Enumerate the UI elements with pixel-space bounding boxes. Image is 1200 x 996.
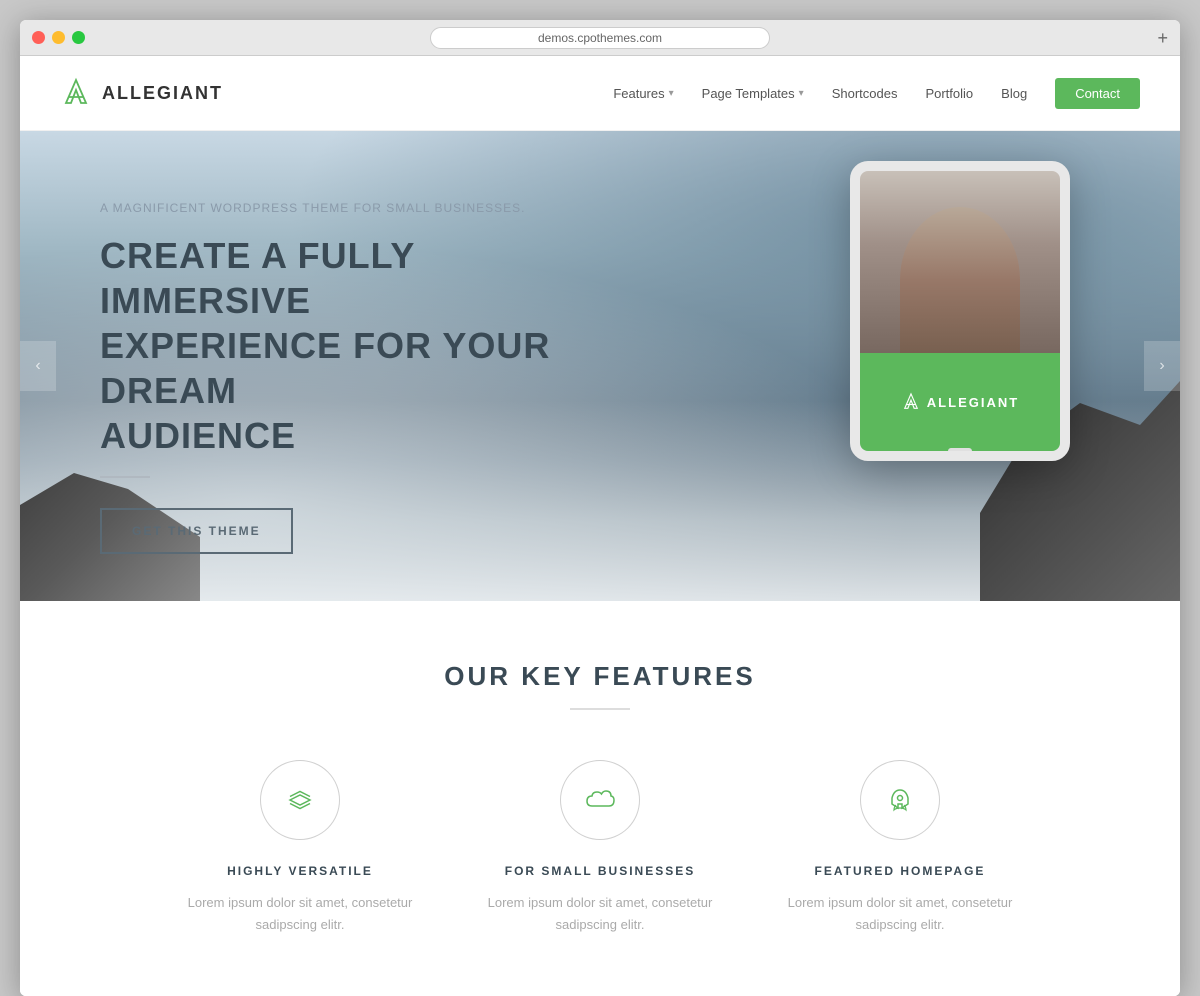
url-text: demos.cpothemes.com — [538, 31, 662, 45]
nav-features[interactable]: Features ▾ — [613, 86, 673, 101]
carousel-prev-button[interactable]: ‹ — [20, 341, 56, 391]
chevron-down-icon: ▾ — [799, 88, 804, 99]
feature-text-small-business: Lorem ipsum dolor sit amet, consetetur s… — [480, 892, 720, 936]
hero-subtitle: A MAGNIFICENT WORDPRESS THEME FOR SMALL … — [100, 201, 580, 215]
feature-icon-layers — [260, 760, 340, 840]
features-section: OUR KEY FEATURES HIGHLY VERSATILE Lorem … — [20, 601, 1180, 996]
features-divider — [570, 708, 630, 710]
cloud-icon — [584, 786, 616, 814]
tablet-body: ALLEGIANT — [850, 161, 1070, 461]
carousel-next-button[interactable]: › — [1144, 341, 1180, 391]
rocket-icon — [886, 786, 914, 814]
nav-page-templates[interactable]: Page Templates ▾ — [702, 86, 804, 101]
features-grid: HIGHLY VERSATILE Lorem ipsum dolor sit a… — [60, 760, 1140, 936]
chevron-down-icon: ▾ — [669, 88, 674, 99]
feature-icon-rocket — [860, 760, 940, 840]
site-content: ALLEGIANT Features ▾ Page Templates ▾ Sh… — [20, 56, 1180, 996]
titlebar: demos.cpothemes.com + — [20, 20, 1180, 56]
tablet-camera — [957, 163, 963, 169]
nav-portfolio[interactable]: Portfolio — [925, 86, 973, 101]
feature-text-homepage: Lorem ipsum dolor sit amet, consetetur s… — [780, 892, 1020, 936]
chevron-left-icon: ‹ — [35, 357, 40, 375]
hero-divider — [100, 476, 150, 478]
minimize-button[interactable] — [52, 31, 65, 44]
feature-item-versatile: HIGHLY VERSATILE Lorem ipsum dolor sit a… — [180, 760, 420, 936]
feature-text-versatile: Lorem ipsum dolor sit amet, consetetur s… — [180, 892, 420, 936]
address-bar[interactable]: demos.cpothemes.com — [430, 27, 770, 49]
tablet-home-button — [948, 448, 972, 458]
browser-window: demos.cpothemes.com + ALLEGIANT Features… — [20, 20, 1180, 996]
get-theme-button[interactable]: GET THIS THEME — [100, 508, 293, 554]
logo-text: ALLEGIANT — [102, 83, 223, 104]
window-controls — [32, 31, 85, 44]
chevron-right-icon: › — [1159, 357, 1164, 375]
tablet-screen: ALLEGIANT — [860, 171, 1060, 451]
hero-content: A MAGNIFICENT WORDPRESS THEME FOR SMALL … — [20, 131, 580, 554]
hero-title: CREATE A FULLY IMMERSIVE EXPERIENCE FOR … — [100, 233, 580, 458]
logo-icon — [60, 77, 92, 109]
nav-shortcodes[interactable]: Shortcodes — [832, 86, 898, 101]
nav-links: Features ▾ Page Templates ▾ Shortcodes P… — [613, 78, 1140, 109]
new-tab-button[interactable]: + — [1157, 29, 1168, 47]
feature-title-homepage: FEATURED HOMEPAGE — [815, 864, 986, 878]
nav-blog[interactable]: Blog — [1001, 86, 1027, 101]
logo[interactable]: ALLEGIANT — [60, 77, 223, 109]
main-nav: ALLEGIANT Features ▾ Page Templates ▾ Sh… — [20, 56, 1180, 131]
hero-section: ‹ › A MAGNIFICENT WORDPRESS THEME FOR SM… — [20, 131, 1180, 601]
tablet-mockup: ALLEGIANT — [850, 161, 1070, 461]
tablet-green-bar: ALLEGIANT — [860, 353, 1060, 451]
layers-icon — [286, 786, 314, 814]
feature-item-homepage: FEATURED HOMEPAGE Lorem ipsum dolor sit … — [780, 760, 1020, 936]
feature-title-small-business: FOR SMALL BUSINESSES — [505, 864, 695, 878]
feature-title-versatile: HIGHLY VERSATILE — [227, 864, 373, 878]
tablet-logo-text: ALLEGIANT — [927, 395, 1019, 410]
tablet-logo-white: ALLEGIANT — [901, 392, 1019, 412]
features-title: OUR KEY FEATURES — [60, 661, 1140, 692]
tablet-person-image — [860, 171, 1060, 353]
nav-contact[interactable]: Contact — [1055, 78, 1140, 109]
feature-icon-cloud — [560, 760, 640, 840]
feature-item-small-business: FOR SMALL BUSINESSES Lorem ipsum dolor s… — [480, 760, 720, 936]
maximize-button[interactable] — [72, 31, 85, 44]
close-button[interactable] — [32, 31, 45, 44]
tablet-logo-icon — [901, 392, 921, 412]
